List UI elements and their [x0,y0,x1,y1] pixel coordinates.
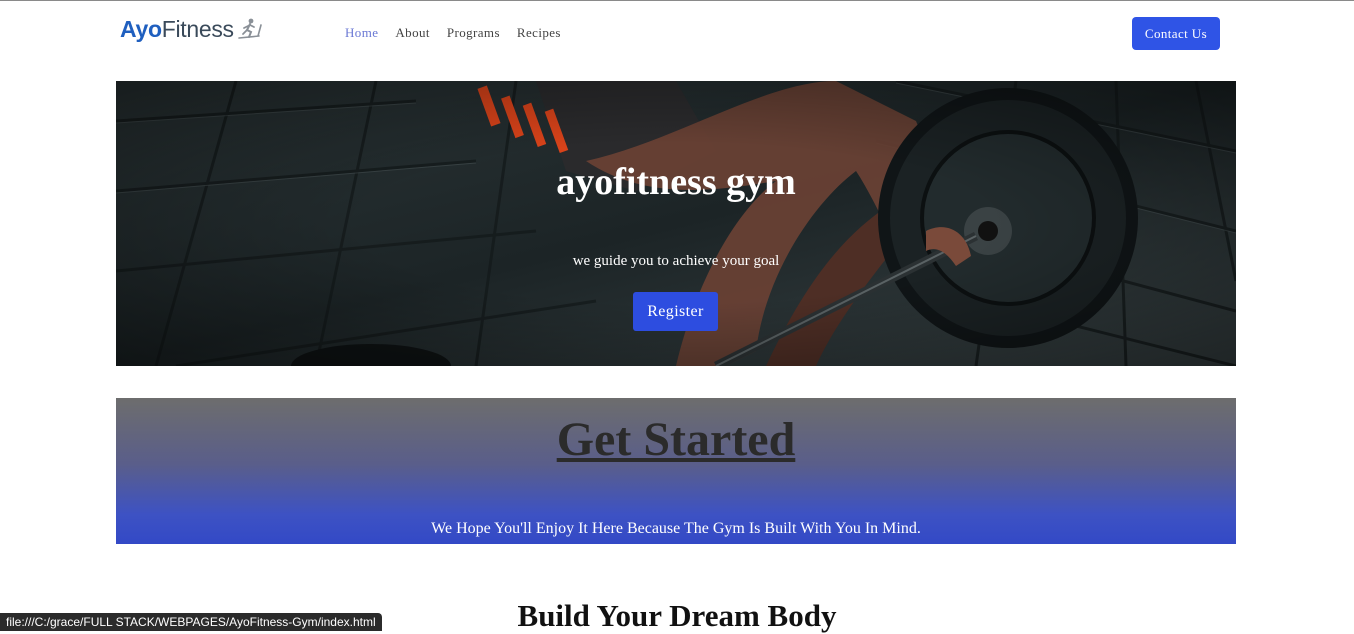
register-button[interactable]: Register [633,292,718,331]
nav-link-programs[interactable]: Programs [447,25,500,41]
navbar: Ayo Fitness Home About Programs Recipes C… [0,1,1354,65]
logo-text-fitness: Fitness [161,15,234,42]
logo[interactable]: Ayo Fitness [120,15,262,43]
hero-banner: ayofitness gym we guide you to achieve y… [116,81,1236,366]
nav-link-home[interactable]: Home [345,25,378,41]
browser-status-url: file:///C:/grace/FULL STACK/WEBPAGES/Ayo… [0,613,382,631]
treadmill-runner-icon [237,18,262,39]
get-started-section: Get Started We Hope You'll Enjoy It Here… [116,398,1236,544]
get-started-subtitle: We Hope You'll Enjoy It Here Because The… [431,520,921,537]
get-started-title-link[interactable]: Get Started [116,412,1236,467]
hero-title: ayofitness gym [556,161,796,203]
logo-text-ayo: Ayo [120,15,162,42]
contact-us-button[interactable]: Contact Us [1132,17,1220,50]
nav-link-recipes[interactable]: Recipes [517,25,561,41]
nav-link-about[interactable]: About [395,25,430,41]
main-nav: Home About Programs Recipes [345,25,578,41]
hero-subtitle: we guide you to achieve your goal [572,253,780,269]
